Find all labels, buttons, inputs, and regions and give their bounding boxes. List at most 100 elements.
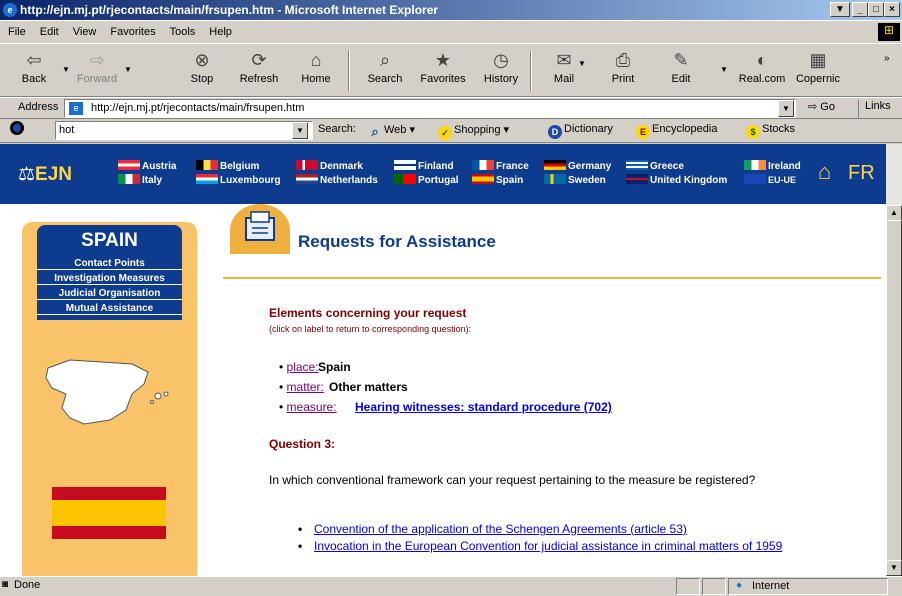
minimize-button[interactable]: _ — [852, 2, 868, 17]
country-link-portugal[interactable]: Portugal — [394, 174, 459, 186]
ie-logo-icon: e — [3, 3, 17, 17]
print-button[interactable]: ⎙ Print — [606, 49, 640, 85]
address-input[interactable]: e http://ejn.mj.pt/rjecontacts/main/frsu… — [64, 99, 796, 118]
menu-help[interactable]: Help — [201, 21, 238, 38]
home-button[interactable]: ⌂ Home — [296, 49, 336, 85]
denmark-flag-icon — [296, 160, 318, 170]
country-link-greece[interactable]: Greece — [626, 160, 684, 172]
address-dropdown-icon[interactable]: ▼ — [778, 100, 794, 117]
germany-flag-icon — [544, 160, 566, 170]
search-label: Search: — [318, 123, 356, 135]
element-matter: • matter: Other matters — [279, 380, 408, 394]
window-menu-button[interactable]: ▼ — [830, 2, 850, 17]
stop-icon: ⊗ — [194, 50, 210, 70]
menu-edit[interactable]: Edit — [32, 21, 65, 38]
scroll-up-arrow-icon[interactable]: ▲ — [886, 205, 902, 221]
spain-flag-image — [52, 487, 166, 539]
country-link-france[interactable]: France — [472, 160, 529, 172]
sidebar-link-investigation-measures[interactable]: Investigation Measures — [37, 273, 182, 285]
bullet-icon: • — [298, 522, 303, 536]
country-link-eu[interactable]: EU-UE — [744, 174, 796, 186]
history-button[interactable]: ◷ History — [478, 49, 524, 85]
menu-file[interactable]: File — [0, 21, 32, 38]
option-link-european-convention[interactable]: Invocation in the European Convention fo… — [314, 539, 784, 553]
sidebar-link-judicial-organisation[interactable]: Judicial Organisation — [37, 288, 182, 300]
belgium-flag-icon — [196, 160, 218, 170]
search-query-input[interactable]: hot — [55, 121, 313, 140]
mail-button[interactable]: ✉ Mail — [546, 49, 582, 85]
search-shopping-button[interactable]: ✓ Shopping ▾ — [438, 123, 509, 140]
menu-favorites[interactable]: Favorites — [102, 21, 161, 38]
search-dictionary-button[interactable]: D Dictionary — [548, 123, 613, 139]
search-encyclopedia-button[interactable]: E Encyclopedia — [636, 123, 717, 139]
address-label: Address — [18, 101, 59, 113]
sidebar-link-mutual-assistance[interactable]: Mutual Assistance — [37, 303, 182, 315]
spain-flag-icon — [472, 174, 494, 184]
country-link-netherlands[interactable]: Netherlands — [296, 174, 378, 186]
back-dropdown-icon[interactable]: ▼ — [62, 65, 70, 74]
go-button[interactable]: ⇨ Go — [808, 100, 835, 113]
maximize-button[interactable]: □ — [868, 2, 884, 17]
edit-button[interactable]: ✎ Edit — [664, 49, 698, 85]
forward-button[interactable]: ⇨ Forward — [74, 49, 120, 85]
close-button[interactable]: × — [884, 2, 900, 17]
refresh-button[interactable]: ⟳ Refresh — [236, 49, 282, 85]
refresh-icon: ⟳ — [251, 50, 267, 70]
netherlands-flag-icon — [296, 174, 318, 184]
realcom-button[interactable]: ◐ Real.com — [734, 49, 790, 85]
links-button[interactable]: Links — [858, 100, 891, 118]
search-query-dropdown-icon[interactable]: ▼ — [292, 122, 308, 139]
stop-button[interactable]: ⊗ Stop — [184, 49, 220, 85]
sidebar: SPAIN Contact Points Investigation Measu… — [22, 222, 197, 576]
stocks-icon: $ — [746, 125, 760, 139]
ejn-logo[interactable]: ⚖EJN — [18, 163, 72, 186]
menu-tools[interactable]: Tools — [162, 21, 202, 38]
copernic-button[interactable]: ▦ Copernic — [790, 49, 846, 85]
option-link-schengen[interactable]: Convention of the application of the Sch… — [314, 522, 784, 536]
mail-dropdown-icon[interactable]: ▼ — [578, 59, 586, 68]
security-zone: Internet — [752, 580, 790, 592]
scroll-down-arrow-icon[interactable]: ▼ — [886, 560, 902, 576]
status-text: Done — [14, 579, 41, 591]
mail-icon: ✉ — [556, 50, 572, 70]
search-stocks-button[interactable]: $ Stocks — [746, 123, 795, 139]
element-label-link[interactable]: place: — [287, 360, 319, 374]
bullet-icon: • — [279, 380, 284, 394]
country-link-italy[interactable]: Italy — [118, 174, 162, 186]
country-link-germany[interactable]: Germany — [544, 160, 611, 172]
search-button[interactable]: ⌕ Search — [360, 49, 410, 85]
dictionary-icon: D — [548, 125, 562, 139]
toolbar-chevron-icon[interactable]: » — [884, 53, 890, 64]
sidebar-link-contact-points[interactable]: Contact Points — [37, 258, 182, 270]
element-label-link[interactable]: measure: — [287, 400, 337, 414]
bullet-icon: • — [279, 400, 284, 414]
search-icon: ⌕ — [379, 50, 391, 70]
country-link-luxembourg[interactable]: Luxembourg — [196, 174, 281, 186]
forward-dropdown-icon[interactable]: ▼ — [124, 65, 132, 74]
element-label-link[interactable]: matter: — [287, 380, 324, 394]
country-link-finland[interactable]: Finland — [394, 160, 454, 172]
menu-view[interactable]: View — [65, 21, 103, 38]
edit-dropdown-icon[interactable]: ▼ — [720, 65, 728, 74]
language-link-fr[interactable]: FR — [848, 162, 875, 185]
home-icon[interactable]: ⌂ — [818, 159, 831, 185]
scrollbar-thumb[interactable] — [886, 220, 902, 565]
request-document-icon — [230, 204, 290, 254]
favorites-button[interactable]: ★ Favorites — [414, 49, 472, 85]
menu-bar: File Edit View Favorites Tools Help ⊞ — [0, 20, 902, 44]
elements-note: (click on label to return to correspondi… — [269, 324, 472, 334]
page-title: Requests for Assistance — [298, 232, 496, 251]
country-link-ireland[interactable]: Ireland — [744, 160, 801, 172]
page-icon: e — [69, 102, 83, 115]
country-link-sweden[interactable]: Sweden — [544, 174, 606, 186]
encyclopedia-icon: E — [636, 125, 650, 139]
country-link-spain[interactable]: Spain — [472, 174, 523, 186]
country-link-denmark[interactable]: Denmark — [296, 160, 363, 172]
country-link-belgium[interactable]: Belgium — [196, 160, 259, 172]
country-link-austria[interactable]: Austria — [118, 160, 176, 172]
search-web-button[interactable]: ⌕ Web ▾ — [368, 123, 415, 139]
country-link-united-kingdom[interactable]: United Kingdom — [626, 174, 727, 186]
measure-value-link[interactable]: Hearing witnesses: standard procedure (7… — [355, 400, 612, 414]
back-button[interactable]: ⇦ Back — [14, 49, 54, 85]
address-url: http://ejn.mj.pt/rjecontacts/main/frsupe… — [91, 102, 305, 114]
